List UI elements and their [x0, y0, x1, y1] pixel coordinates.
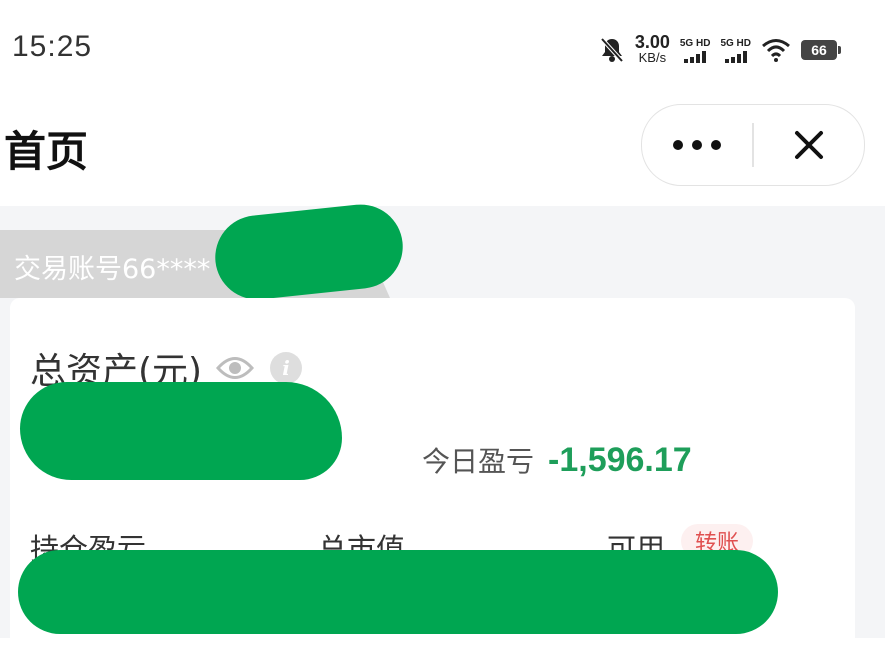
redaction-mark [18, 550, 778, 634]
sim2-signal: 5G HD [720, 38, 751, 63]
mute-bell-icon [600, 37, 624, 63]
daily-pnl-label: 今日盈亏 [422, 445, 535, 478]
signal-icon [684, 50, 707, 63]
eye-icon[interactable] [216, 355, 255, 381]
content-area: 交易账号66**** 总资产(元) i 0 今日盈亏 -1,596.17 持仓盈… [0, 200, 885, 658]
info-icon[interactable]: i [270, 352, 303, 384]
status-time: 15:25 [12, 30, 93, 63]
network-speed: 3.00 KB/s [634, 32, 670, 65]
status-icons: 3.00 KB/s 5G HD 5G HD 66 [599, 32, 841, 68]
status-bar: 15:25 3.00 KB/s 5G HD 5G HD 66 [0, 0, 885, 100]
daily-pnl-value: -1,596.17 [548, 441, 692, 479]
more-dots-icon [673, 140, 721, 150]
sim2-label: 5G HD [720, 37, 751, 49]
speed-unit: KB/s [638, 50, 667, 65]
sim1-signal: 5G HD [679, 37, 711, 63]
page-title: 首页 [4, 127, 89, 176]
mini-program-capsule [641, 104, 865, 186]
battery-level: 66 [811, 42, 827, 58]
close-icon [794, 131, 823, 159]
more-button[interactable] [642, 105, 752, 185]
battery-icon: 66 [801, 40, 841, 60]
assets-card: 总资产(元) i 0 今日盈亏 -1,596.17 持仓盈亏 总市值 可用 转账 [10, 298, 855, 658]
account-label: 交易账号66**** [14, 254, 211, 285]
info-glyph: i [282, 356, 290, 380]
redaction-mark [20, 382, 342, 480]
daily-pnl: 今日盈亏 -1,596.17 [422, 440, 692, 480]
signal-icon [724, 50, 747, 63]
close-button[interactable] [754, 105, 865, 185]
sim1-label: 5G HD [679, 37, 711, 49]
speed-value: 3.00 [634, 32, 670, 52]
wifi-icon [762, 39, 790, 62]
